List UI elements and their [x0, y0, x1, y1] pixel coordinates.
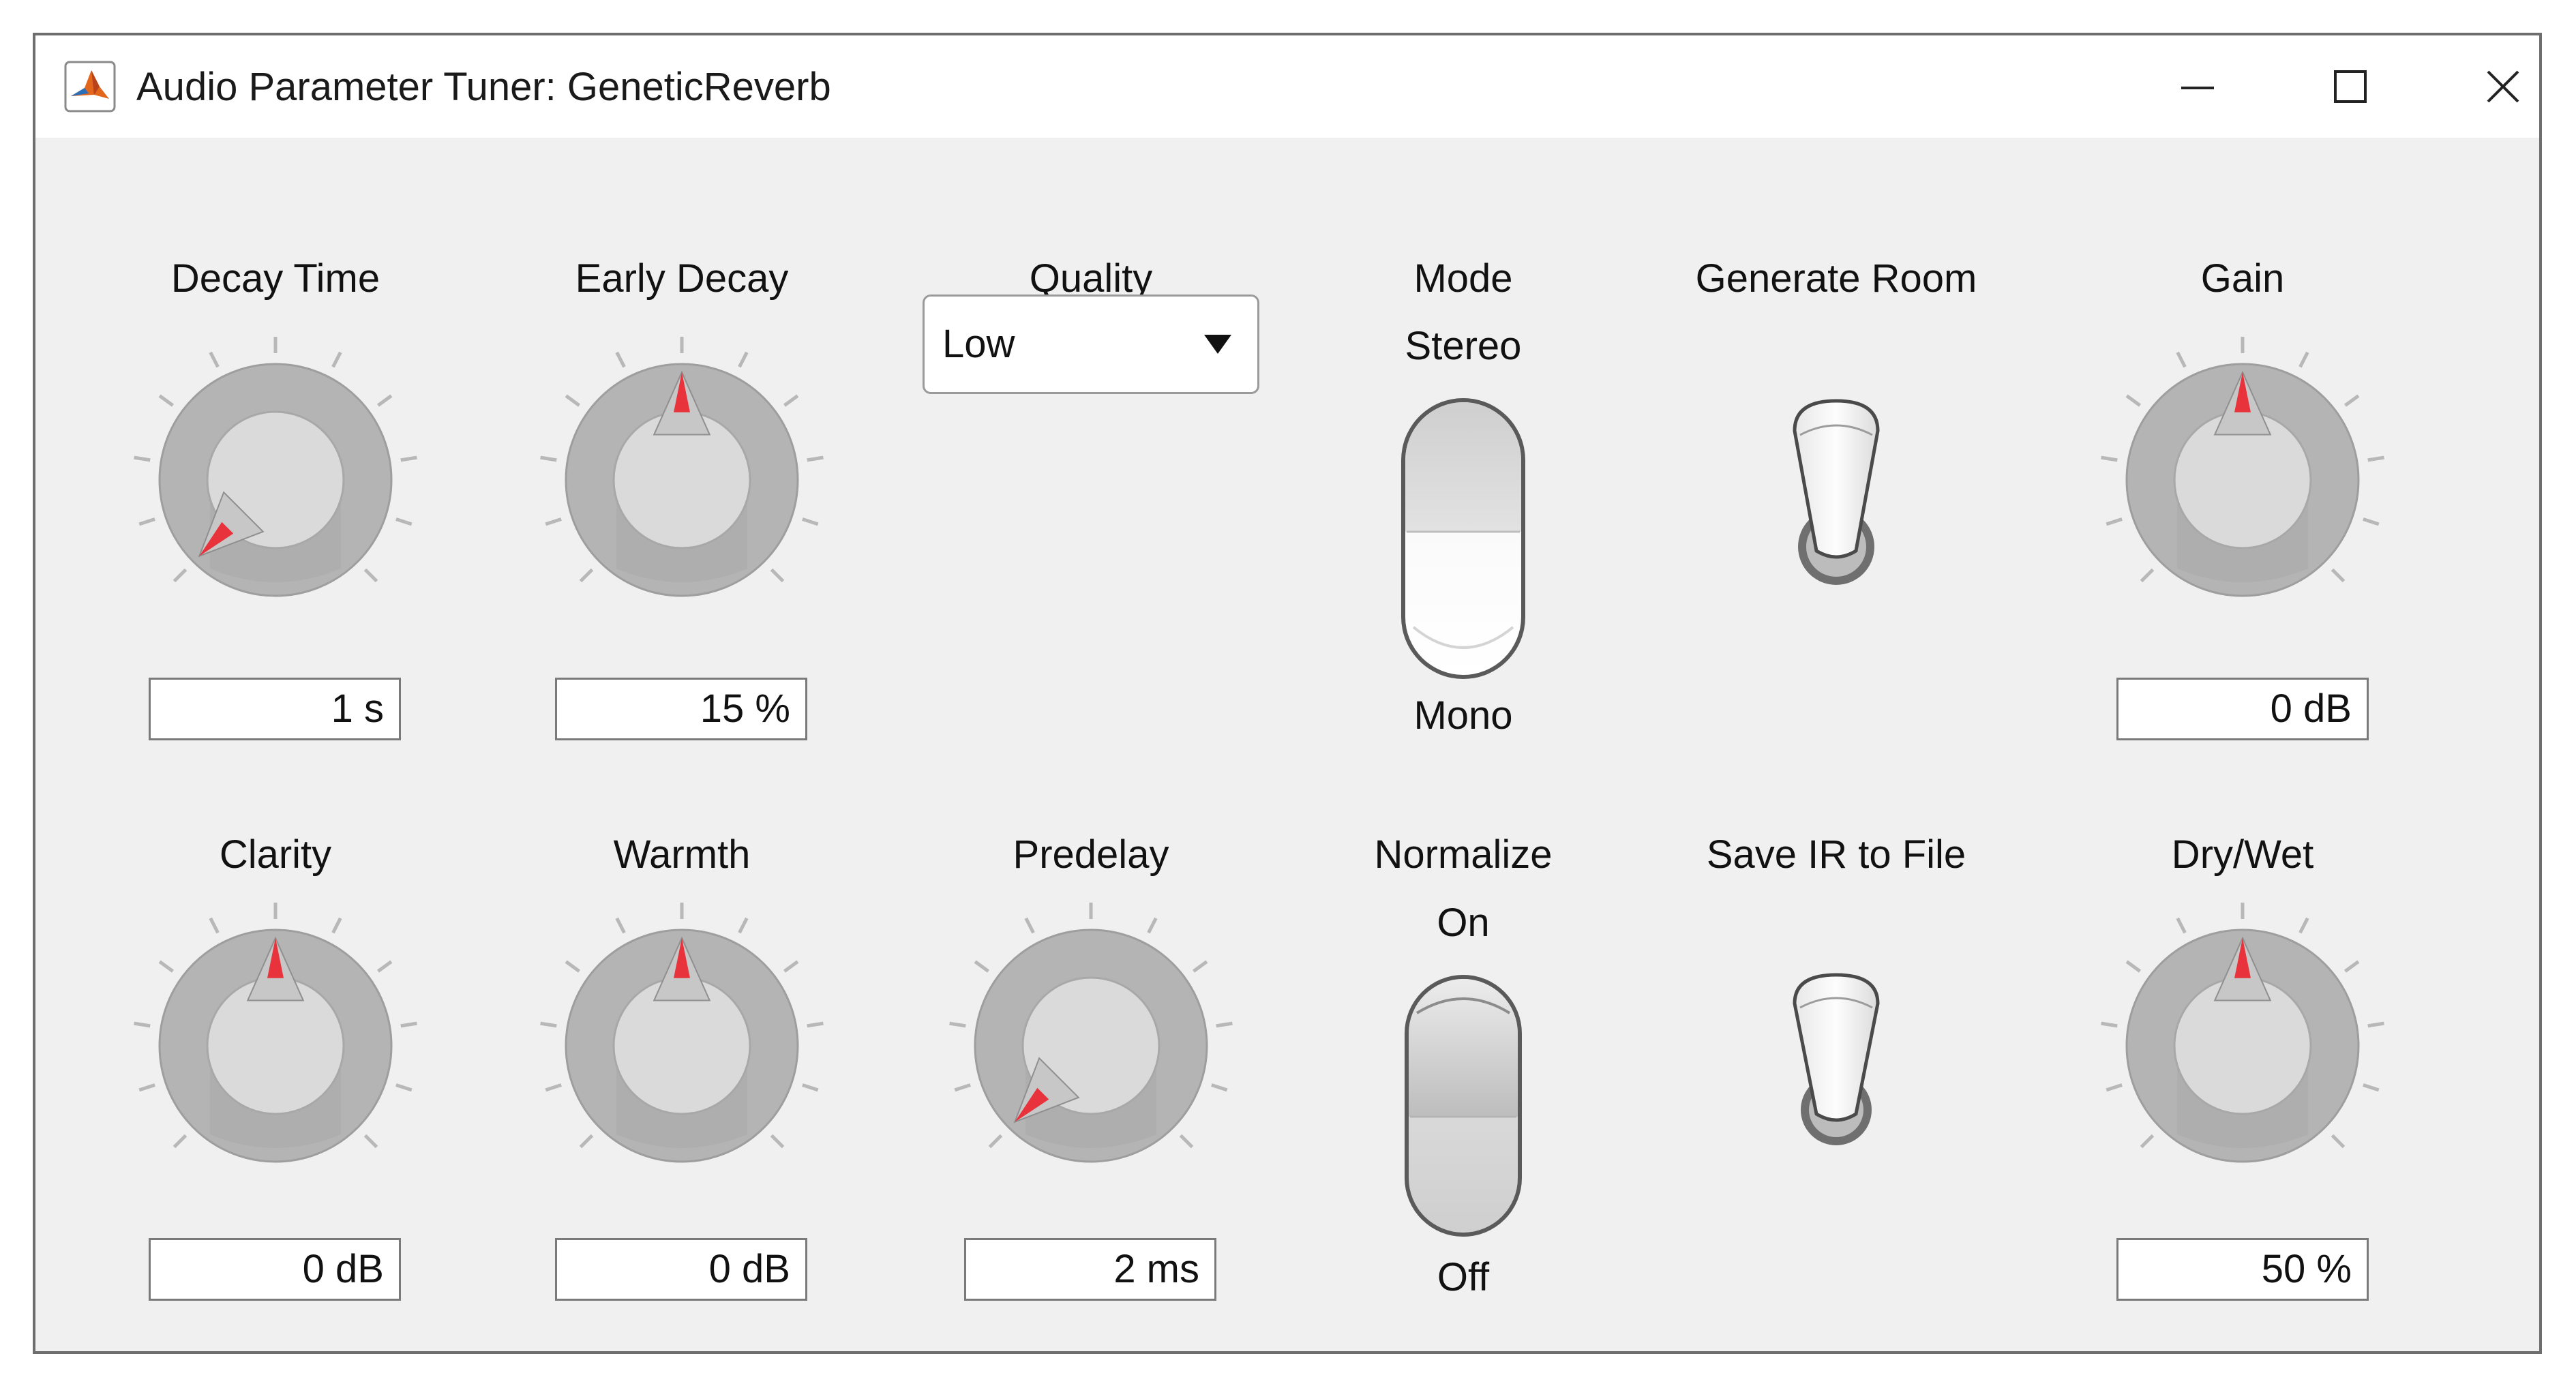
window-title: Audio Parameter Tuner: GeneticReverb [136, 65, 831, 109]
decay-time-knob[interactable] [125, 330, 425, 630]
save-ir-label: Save IR to File [1706, 832, 1966, 877]
early-decay-knob[interactable] [532, 330, 832, 630]
app-window: Audio Parameter Tuner: GeneticReverb Dec… [33, 33, 2542, 1354]
control-panel: Decay Time Early Decay Quality Mode Gene… [35, 138, 2539, 1351]
mode-rocker-switch[interactable] [1398, 395, 1528, 682]
quality-dropdown[interactable]: Low [923, 295, 1259, 394]
mode-option-stereo: Stereo [1405, 324, 1522, 368]
dropdown-arrow-icon [1204, 335, 1231, 354]
quality-selected-value: Low [942, 322, 1015, 366]
normalize-rocker-switch[interactable] [1402, 972, 1525, 1239]
matlab-logo-icon [64, 61, 116, 112]
early-decay-label: Early Decay [575, 256, 789, 301]
warmth-knob[interactable] [532, 896, 832, 1196]
predelay-knob[interactable] [941, 896, 1241, 1196]
rotary-knob-graphic [540, 903, 824, 1163]
normalize-option-on: On [1437, 901, 1490, 945]
warmth-label: Warmth [613, 832, 751, 877]
minimize-button[interactable] [2153, 49, 2242, 124]
save-ir-toggle[interactable] [1785, 971, 1887, 1148]
dry-wet-label: Dry/Wet [2171, 832, 2314, 877]
mode-label: Mode [1413, 256, 1513, 301]
gain-label: Gain [2200, 256, 2285, 301]
rotary-knob-graphic [949, 903, 1233, 1163]
close-button[interactable] [2459, 49, 2547, 124]
maximize-button[interactable] [2306, 49, 2395, 124]
normalize-label: Normalize [1374, 832, 1553, 877]
decay-time-value-field[interactable]: 1 s [149, 678, 401, 740]
decay-time-label: Decay Time [170, 256, 380, 301]
normalize-option-off: Off [1437, 1255, 1490, 1299]
clarity-value-field[interactable]: 0 dB [149, 1238, 401, 1301]
gain-value-field[interactable]: 0 dB [2116, 678, 2369, 740]
title-bar: Audio Parameter Tuner: GeneticReverb [35, 35, 2539, 138]
rotary-knob-graphic [2101, 337, 2384, 597]
predelay-label: Predelay [1013, 832, 1169, 877]
dry-wet-value-field[interactable]: 50 % [2116, 1238, 2369, 1301]
gain-knob[interactable] [2093, 330, 2393, 630]
rotary-knob-graphic [2101, 903, 2384, 1163]
rotary-knob-graphic [134, 337, 417, 597]
close-icon [2487, 70, 2519, 103]
mode-option-mono: Mono [1413, 693, 1513, 738]
minimize-icon [2181, 87, 2214, 89]
predelay-value-field[interactable]: 2 ms [964, 1238, 1216, 1301]
maximize-icon [2334, 70, 2367, 103]
clarity-knob[interactable] [125, 896, 425, 1196]
generate-room-label: Generate Room [1695, 256, 1977, 301]
clarity-label: Clarity [219, 832, 332, 877]
warmth-value-field[interactable]: 0 dB [555, 1238, 807, 1301]
generate-room-toggle[interactable] [1785, 397, 1887, 588]
rotary-knob-graphic [540, 337, 824, 597]
dry-wet-knob[interactable] [2093, 896, 2393, 1196]
early-decay-value-field[interactable]: 15 % [555, 678, 807, 740]
rotary-knob-graphic [134, 903, 417, 1163]
